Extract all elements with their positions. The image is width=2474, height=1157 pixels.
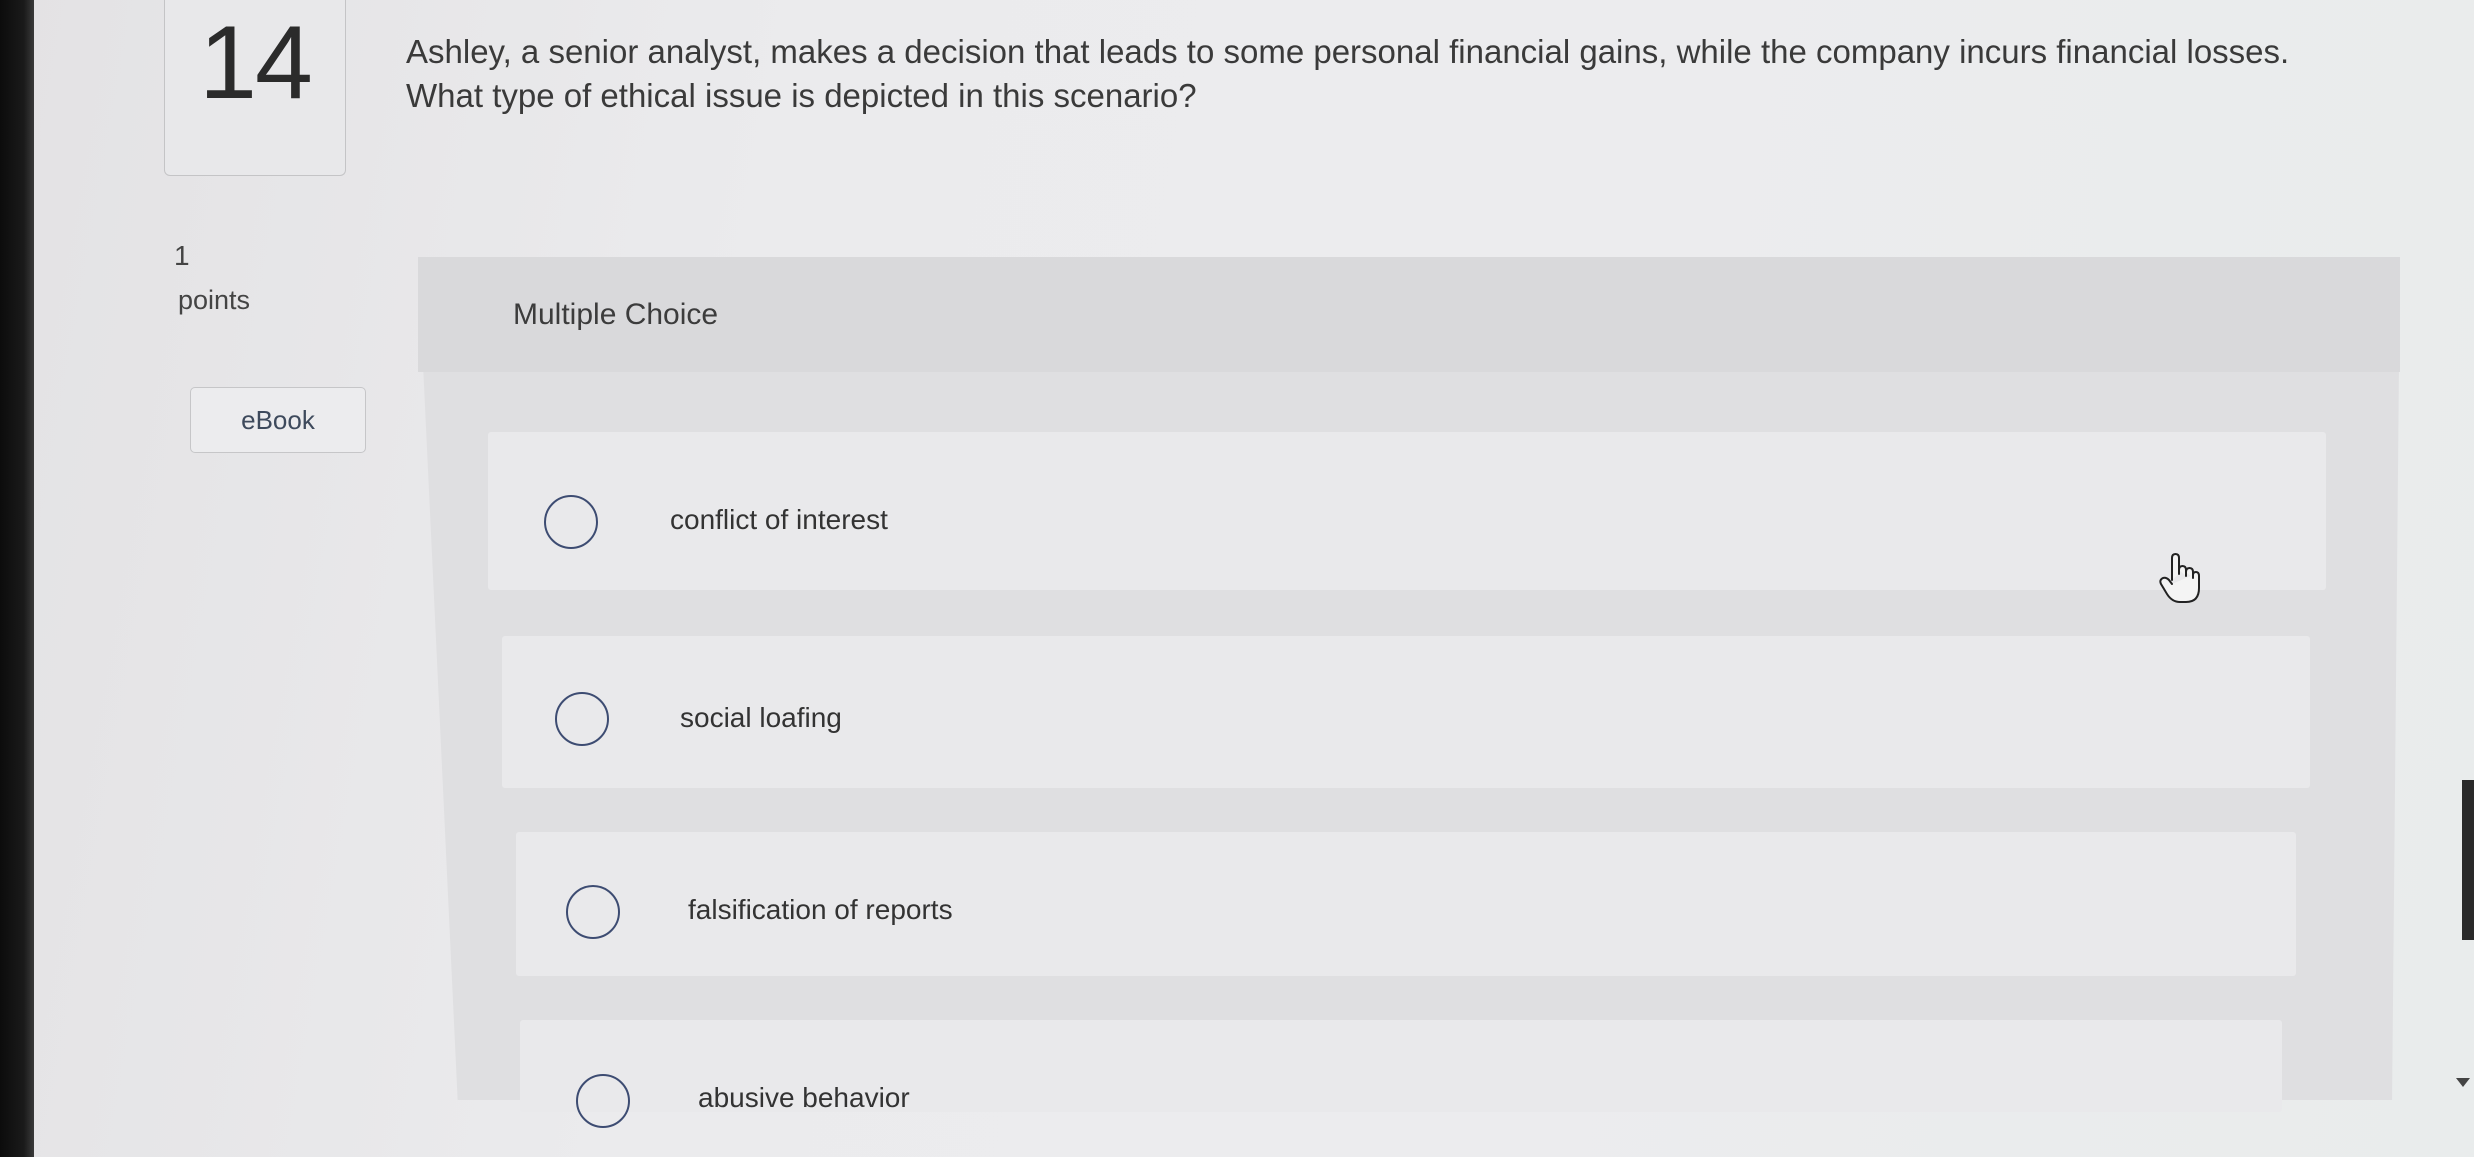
scrollbar-thumb[interactable] [2462,780,2474,940]
question-prompt: Ashley, a senior analyst, makes a decisi… [406,30,2416,118]
question-text-line-2: What type of ethical issue is depicted i… [406,77,1197,114]
hand-cursor-icon [2159,553,2200,603]
radio-button[interactable] [555,692,609,746]
scroll-down-arrow-icon[interactable] [2456,1078,2470,1087]
option-row-falsification-of-reports[interactable]: falsification of reports [516,832,2296,976]
option-row-abusive-behavior[interactable]: abusive behavior [520,1020,2282,1128]
answer-type-label: Multiple Choice [513,298,719,331]
option-label: conflict of interest [670,504,888,535]
question-number: 14 [199,5,313,121]
screen-bezel [0,0,34,1157]
option-row-conflict-of-interest[interactable]: conflict of interest [488,432,2326,590]
radio-button[interactable] [566,885,620,939]
question-text-line-1: Ashley, a senior analyst, makes a decisi… [406,33,2290,70]
option-label: falsification of reports [688,894,953,925]
radio-button[interactable] [576,1074,630,1128]
option-label: social loafing [680,702,842,733]
points-label: points [178,285,251,315]
question-number-box: 14 [164,0,346,176]
option-row-social-loafing[interactable]: social loafing [502,636,2310,788]
radio-button[interactable] [544,495,598,549]
ebook-button[interactable]: eBook [190,387,366,453]
option-label: abusive behavior [698,1082,910,1113]
points-value: 1 [174,240,190,271]
